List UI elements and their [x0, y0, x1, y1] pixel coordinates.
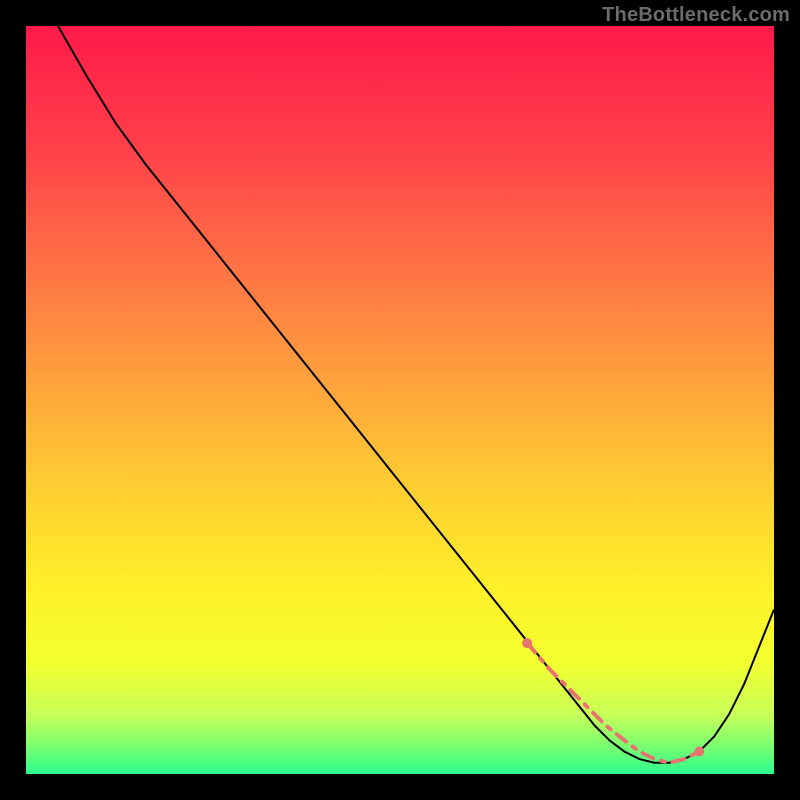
watermark-text: TheBottleneck.com [602, 4, 790, 27]
plot-area [26, 26, 774, 774]
highlight-endpoint [522, 638, 532, 648]
highlight-endpoint [694, 747, 704, 757]
chart-background [26, 26, 774, 774]
chart-svg [26, 26, 774, 774]
chart-frame: TheBottleneck.com [0, 0, 800, 800]
